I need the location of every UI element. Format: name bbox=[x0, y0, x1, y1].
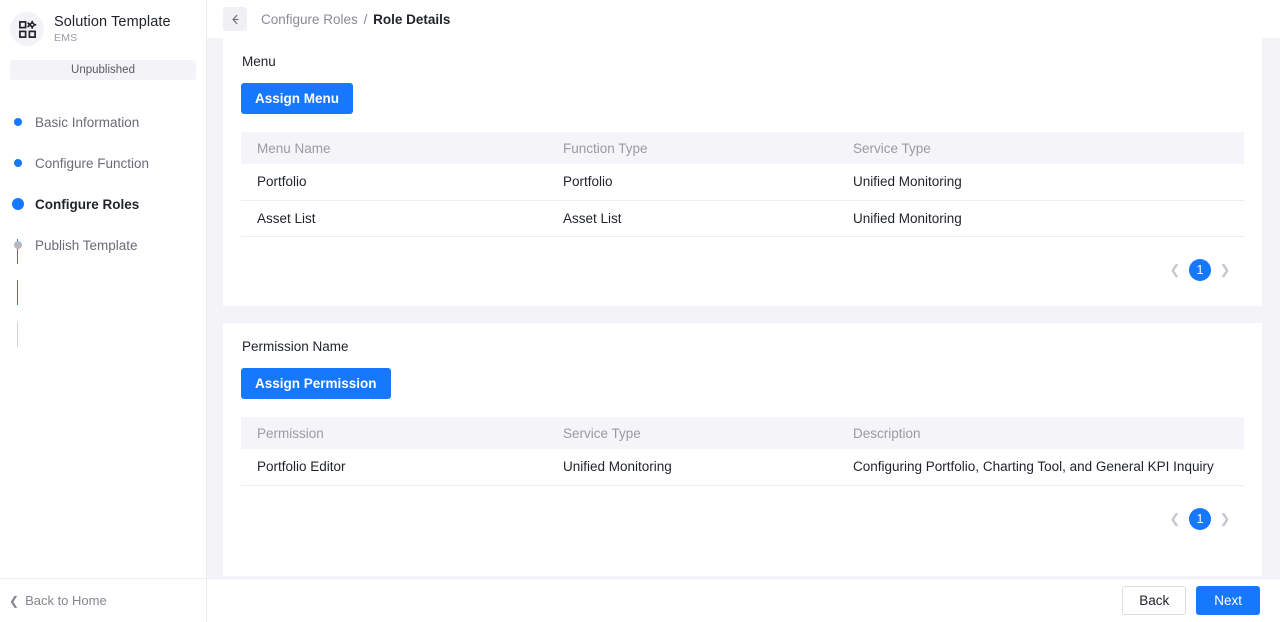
step-connector bbox=[17, 322, 18, 347]
breadcrumb-parent[interactable]: Configure Roles bbox=[261, 12, 358, 27]
table-row: Portfolio Editor Unified Monitoring Conf… bbox=[241, 449, 1244, 486]
sidebar-header: Solution Template EMS bbox=[0, 0, 206, 48]
table-header-row: Permission Service Type Description bbox=[241, 417, 1244, 449]
permission-section-label: Permission Name bbox=[242, 339, 349, 354]
menu-pagination: ❮ 1 ❯ bbox=[241, 258, 1244, 281]
permission-pagination: ❮ 1 ❯ bbox=[241, 507, 1244, 530]
chevron-left-icon: ❮ bbox=[9, 593, 20, 608]
column-header-menu-name: Menu Name bbox=[241, 132, 547, 164]
step-label: Basic Information bbox=[35, 114, 140, 130]
breadcrumb: Configure Roles / Role Details bbox=[261, 12, 450, 27]
cell-service-type: Unified Monitoring bbox=[837, 164, 1244, 201]
back-to-home-label: Back to Home bbox=[25, 593, 107, 608]
column-header-service-type: Service Type bbox=[547, 417, 837, 449]
step-dot-icon bbox=[12, 198, 24, 210]
app-subtitle: EMS bbox=[54, 32, 78, 45]
menu-section-label: Menu bbox=[242, 54, 276, 69]
breadcrumb-separator: / bbox=[363, 11, 368, 27]
cell-service-type: Unified Monitoring bbox=[837, 200, 1244, 237]
cell-service-type: Unified Monitoring bbox=[547, 449, 837, 486]
step-dot-icon bbox=[14, 118, 22, 126]
step-label: Configure Roles bbox=[35, 196, 140, 212]
sidebar-item-publish-template[interactable]: Publish Template bbox=[13, 233, 206, 257]
main-content: Configure Roles / Role Details Menu Assi… bbox=[207, 0, 1280, 622]
pagination-prev-chevron-left-icon[interactable]: ❮ bbox=[1168, 262, 1182, 278]
step-label: Configure Function bbox=[35, 155, 150, 171]
table-header-row: Menu Name Function Type Service Type bbox=[241, 132, 1244, 164]
pagination-page-1[interactable]: 1 bbox=[1189, 258, 1211, 281]
breadcrumb-current: Role Details bbox=[373, 11, 451, 27]
step-label: Publish Template bbox=[35, 237, 138, 253]
app-title: Solution Template bbox=[54, 13, 171, 30]
footer-action-bar: Back Next bbox=[207, 578, 1280, 622]
cell-menu-name: Portfolio bbox=[241, 164, 547, 201]
topbar: Configure Roles / Role Details bbox=[207, 0, 1280, 38]
sidebar-title-block: Solution Template EMS bbox=[54, 14, 171, 45]
step-dot-icon bbox=[14, 159, 22, 167]
arrow-left-icon bbox=[231, 14, 239, 24]
next-button[interactable]: Next bbox=[1196, 586, 1260, 615]
pagination-next-chevron-right-icon[interactable]: ❯ bbox=[1218, 511, 1232, 527]
apps-grid-gear-icon bbox=[10, 12, 44, 46]
cell-function-type: Portfolio bbox=[547, 164, 837, 201]
app-root: Solution Template EMS Unpublished Basic … bbox=[0, 0, 1280, 622]
status-badge: Unpublished bbox=[10, 60, 196, 80]
back-to-home-link[interactable]: ❮ Back to Home bbox=[0, 578, 206, 622]
table-row: Portfolio Portfolio Unified Monitoring bbox=[241, 164, 1244, 201]
column-header-permission: Permission bbox=[241, 417, 547, 449]
sidebar: Solution Template EMS Unpublished Basic … bbox=[0, 0, 207, 622]
column-header-service-type: Service Type bbox=[837, 132, 1244, 164]
cell-description: Configuring Portfolio, Charting Tool, an… bbox=[837, 449, 1244, 486]
pagination-next-chevron-right-icon[interactable]: ❯ bbox=[1218, 262, 1232, 278]
back-button[interactable] bbox=[223, 7, 247, 31]
step-connector bbox=[17, 280, 18, 305]
column-header-function-type: Function Type bbox=[547, 132, 837, 164]
content-scroll-area: Menu Assign Menu Menu Name Function Type… bbox=[207, 38, 1280, 622]
step-navigation: Basic Information Configure Function Con… bbox=[0, 110, 206, 347]
back-button-footer[interactable]: Back bbox=[1122, 586, 1187, 615]
column-header-description: Description bbox=[837, 417, 1244, 449]
sidebar-item-configure-function[interactable]: Configure Function bbox=[13, 151, 206, 175]
sidebar-item-basic-information[interactable]: Basic Information bbox=[13, 110, 206, 134]
sidebar-item-configure-roles[interactable]: Configure Roles bbox=[12, 192, 206, 216]
assign-menu-button[interactable]: Assign Menu bbox=[241, 83, 354, 114]
cell-function-type: Asset List bbox=[547, 200, 837, 237]
permission-table: Permission Service Type Description Port… bbox=[241, 417, 1244, 486]
assign-permission-button[interactable]: Assign Permission bbox=[241, 368, 391, 399]
permission-card: Permission Name Assign Permission Permis… bbox=[223, 323, 1262, 576]
menu-card: Menu Assign Menu Menu Name Function Type… bbox=[223, 38, 1262, 306]
step-dot-icon bbox=[14, 241, 22, 249]
cell-permission: Portfolio Editor bbox=[241, 449, 547, 486]
menu-table: Menu Name Function Type Service Type Por… bbox=[241, 132, 1244, 237]
pagination-page-1[interactable]: 1 bbox=[1189, 507, 1211, 530]
table-row: Asset List Asset List Unified Monitoring bbox=[241, 200, 1244, 237]
pagination-prev-chevron-left-icon[interactable]: ❮ bbox=[1168, 511, 1182, 527]
cell-menu-name: Asset List bbox=[241, 200, 547, 237]
